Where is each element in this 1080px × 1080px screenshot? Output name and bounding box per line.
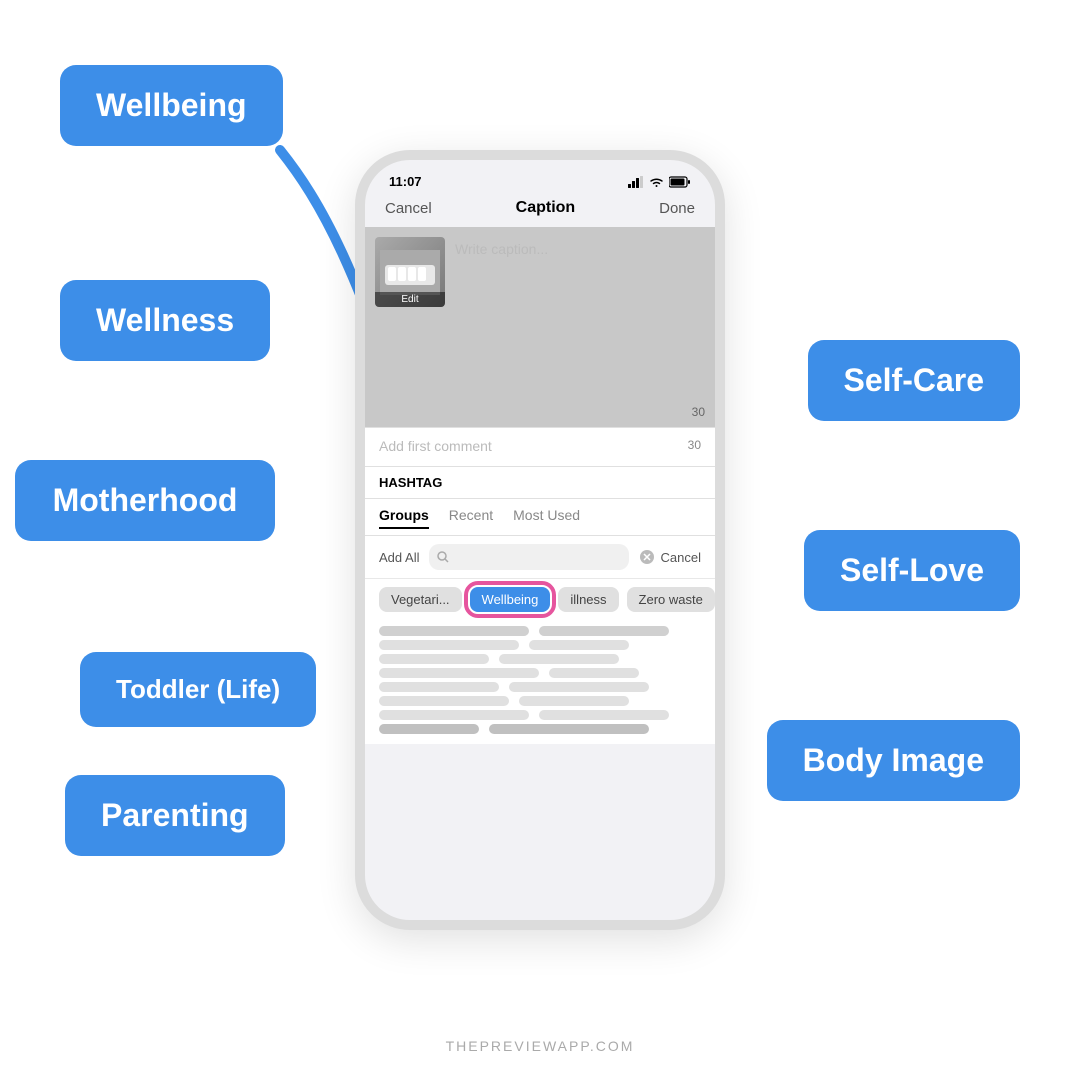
status-bar: 11:07	[365, 160, 715, 195]
wifi-icon	[649, 176, 664, 188]
clear-search-icon[interactable]	[639, 549, 655, 565]
status-time: 11:07	[389, 174, 422, 189]
hashtag-item	[379, 654, 489, 664]
first-comment-placeholder[interactable]: Add first comment	[379, 438, 492, 454]
hashtag-item	[499, 654, 619, 664]
hashtag-item	[519, 696, 629, 706]
hashtag-item	[379, 640, 519, 650]
tag-parenting-left[interactable]: Parenting	[65, 775, 285, 856]
pill-zero-waste[interactable]: Zero waste	[627, 587, 715, 612]
hashtag-item	[379, 626, 529, 636]
comment-char-count: 30	[688, 438, 701, 452]
search-cancel-button[interactable]: Cancel	[661, 550, 701, 565]
hashtag-row	[379, 682, 701, 692]
hashtag-item	[489, 724, 649, 734]
tag-self-love-right[interactable]: Self-Love	[804, 530, 1020, 611]
edit-label[interactable]: Edit	[375, 292, 445, 307]
hashtag-row	[379, 696, 701, 706]
tag-motherhood-left[interactable]: Motherhood	[15, 460, 275, 541]
pill-illness[interactable]: illness	[558, 587, 618, 612]
caption-area: Edit Write caption... 30	[365, 227, 715, 427]
hashtag-section: HASHTAG	[365, 467, 715, 499]
hashtag-row	[379, 724, 701, 734]
hashtag-item	[379, 710, 529, 720]
tab-most-used[interactable]: Most Used	[513, 507, 580, 529]
status-icons	[628, 176, 691, 188]
add-all-row: Add All Cancel	[365, 536, 715, 579]
caption-char-count: 30	[692, 405, 705, 419]
add-all-button[interactable]: Add All	[379, 550, 419, 565]
hashtag-item	[379, 682, 499, 692]
hashtag-tabs: Groups Recent Most Used	[365, 499, 715, 536]
hashtag-item	[379, 696, 509, 706]
tag-toddler-left[interactable]: Toddler (Life)	[80, 652, 316, 727]
signal-icon	[628, 176, 644, 188]
caption-title: Caption	[516, 199, 576, 217]
footer-text: THEPREVIEWAPP.COM	[446, 1038, 635, 1054]
done-button[interactable]: Done	[659, 200, 695, 217]
tag-body-image-right[interactable]: Body Image	[767, 720, 1020, 801]
tag-wellbeing-left[interactable]: Wellbeing	[60, 65, 283, 146]
pill-wellbeing[interactable]: Wellbeing	[470, 587, 551, 612]
cancel-button[interactable]: Cancel	[385, 200, 432, 217]
phone-mockup: 11:07	[355, 150, 725, 930]
hashtag-item	[539, 710, 669, 720]
hashtag-item	[509, 682, 649, 692]
hashtag-row	[379, 710, 701, 720]
caption-placeholder[interactable]: Write caption...	[455, 237, 705, 257]
pill-vegetarian[interactable]: Vegetari...	[379, 587, 462, 612]
hashtag-search-input[interactable]	[429, 544, 628, 570]
hashtag-row	[379, 654, 701, 664]
caption-nav: Cancel Caption Done	[365, 195, 715, 227]
first-comment-area[interactable]: Add first comment 30	[365, 427, 715, 467]
hashtag-row	[379, 640, 701, 650]
search-icon	[437, 551, 449, 563]
hashtag-row	[379, 668, 701, 678]
hashtag-item	[379, 668, 539, 678]
hashtag-label: HASHTAG	[379, 475, 442, 490]
group-pills-row: Vegetari... Wellbeing illness Zero waste	[365, 579, 715, 620]
hashtag-item	[529, 640, 629, 650]
hashtag-list	[365, 620, 715, 744]
hashtag-item	[379, 724, 479, 734]
tag-self-care-right[interactable]: Self-Care	[808, 340, 1021, 421]
thumbnail-content	[380, 250, 440, 295]
tab-recent[interactable]: Recent	[449, 507, 493, 529]
hashtag-item	[539, 626, 669, 636]
hashtag-row	[379, 626, 701, 636]
caption-thumbnail[interactable]: Edit	[375, 237, 445, 307]
battery-icon	[669, 176, 691, 188]
hashtag-item	[549, 668, 639, 678]
phone-screen: 11:07	[355, 150, 725, 930]
tab-groups[interactable]: Groups	[379, 507, 429, 529]
tag-wellness-left[interactable]: Wellness	[60, 280, 270, 361]
